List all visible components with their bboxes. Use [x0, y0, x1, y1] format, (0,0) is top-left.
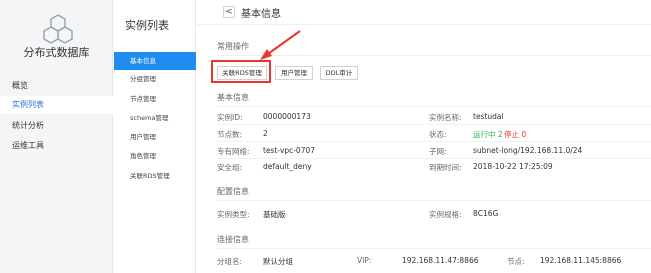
section-title-connection-info: 连接信息 — [217, 235, 249, 244]
node-label: 节点: — [507, 257, 525, 266]
left-nav: 分布式数据库 概览 实例列表 统计分析 运维工具 — [0, 0, 113, 273]
group-name-label: 分组名: — [217, 257, 243, 266]
hexagon-logo-icon — [43, 14, 73, 44]
instance-name-label: 实例名称: — [429, 113, 462, 122]
node-value: 192.168.11.145:8866 — [540, 256, 622, 265]
subnav-item-node-manage[interactable]: 节点管理 — [114, 90, 196, 108]
instance-type-label: 实例类型: — [217, 210, 250, 219]
section-divider — [217, 55, 651, 56]
user-manage-button[interactable]: 用户管理 — [275, 66, 313, 80]
expire-time-value: 2018-10-22 17:25:09 — [473, 162, 553, 171]
group-name-value: 默认分组 — [263, 257, 293, 266]
security-group-label: 安全组: — [217, 163, 243, 172]
app-root: 分布式数据库 概览 实例列表 统计分析 运维工具 实例列表 基本信息 分组管理 … — [0, 0, 651, 273]
subnav-item-user-manage[interactable]: 用户管理 — [114, 128, 196, 146]
security-group-value: default_deny — [263, 162, 312, 171]
section-divider — [217, 106, 651, 107]
subnav-item-role-manage[interactable]: 角色管理 — [114, 147, 196, 165]
highlight-box — [211, 60, 271, 83]
vip-value: 192.168.11.47:8866 — [402, 256, 479, 265]
vip-label: VIP: — [357, 256, 372, 265]
instance-id-value: 0000000173 — [263, 112, 311, 121]
nav-item-instance-list[interactable]: 实例列表 — [0, 96, 113, 114]
subnav-item-schema-manage[interactable]: schema管理 — [114, 109, 196, 127]
page-title: 基本信息 — [241, 9, 281, 20]
subnav-item-rds-manage[interactable]: 关联RDS管理 — [114, 167, 196, 185]
subnav-item-group-manage[interactable]: 分组管理 — [114, 70, 196, 88]
back-button[interactable]: < — [223, 6, 235, 18]
node-count-label: 节点数: — [217, 130, 243, 139]
product-name: 分布式数据库 — [23, 46, 90, 59]
row-divider — [217, 124, 651, 125]
instance-name-value: testudal — [473, 112, 504, 121]
section-title-basic-info: 基本信息 — [217, 93, 249, 102]
subnet-label: 子网: — [429, 147, 447, 156]
status-running: 运行中 2 — [473, 130, 503, 139]
vpc-value: test-vpc-0707 — [263, 146, 316, 155]
instance-spec-value: 8C16G — [473, 209, 499, 218]
nav-item-statistics[interactable]: 统计分析 — [0, 117, 113, 135]
subnav-title: 实例列表 — [125, 19, 169, 32]
instance-type-value: 基础版 — [263, 210, 286, 219]
status-stopped: 停止 0 — [504, 130, 527, 139]
instance-spec-label: 实例规格: — [429, 210, 462, 219]
instance-id-label: 实例ID: — [217, 113, 243, 122]
nav-item-ops-tools[interactable]: 运维工具 — [0, 137, 113, 155]
row-divider — [217, 158, 651, 159]
nav-item-overview[interactable]: 概览 — [0, 77, 113, 95]
ddl-audit-button[interactable]: DDL审计 — [320, 66, 358, 80]
sub-nav: 实例列表 基本信息 分组管理 节点管理 schema管理 用户管理 角色管理 关… — [114, 0, 196, 273]
section-title-config-info: 配置信息 — [217, 187, 249, 196]
section-divider — [217, 248, 651, 249]
section-title-common-ops: 常用操作 — [217, 42, 249, 51]
main-content: < 基本信息 常用操作 关联RDS管理 用户管理 DDL审计 基本信息 实例ID… — [197, 0, 651, 273]
status-label: 状态: — [429, 130, 447, 139]
row-divider — [217, 141, 651, 142]
vpc-label: 专有网络: — [217, 147, 250, 156]
node-count-value: 2 — [263, 129, 268, 138]
header-divider — [197, 24, 651, 25]
subnav-item-basic-info[interactable]: 基本信息 — [114, 52, 196, 70]
section-divider — [217, 200, 651, 201]
expire-time-label: 到期时间: — [429, 163, 462, 172]
subnet-value: subnet-long/192.168.11.0/24 — [473, 146, 583, 155]
